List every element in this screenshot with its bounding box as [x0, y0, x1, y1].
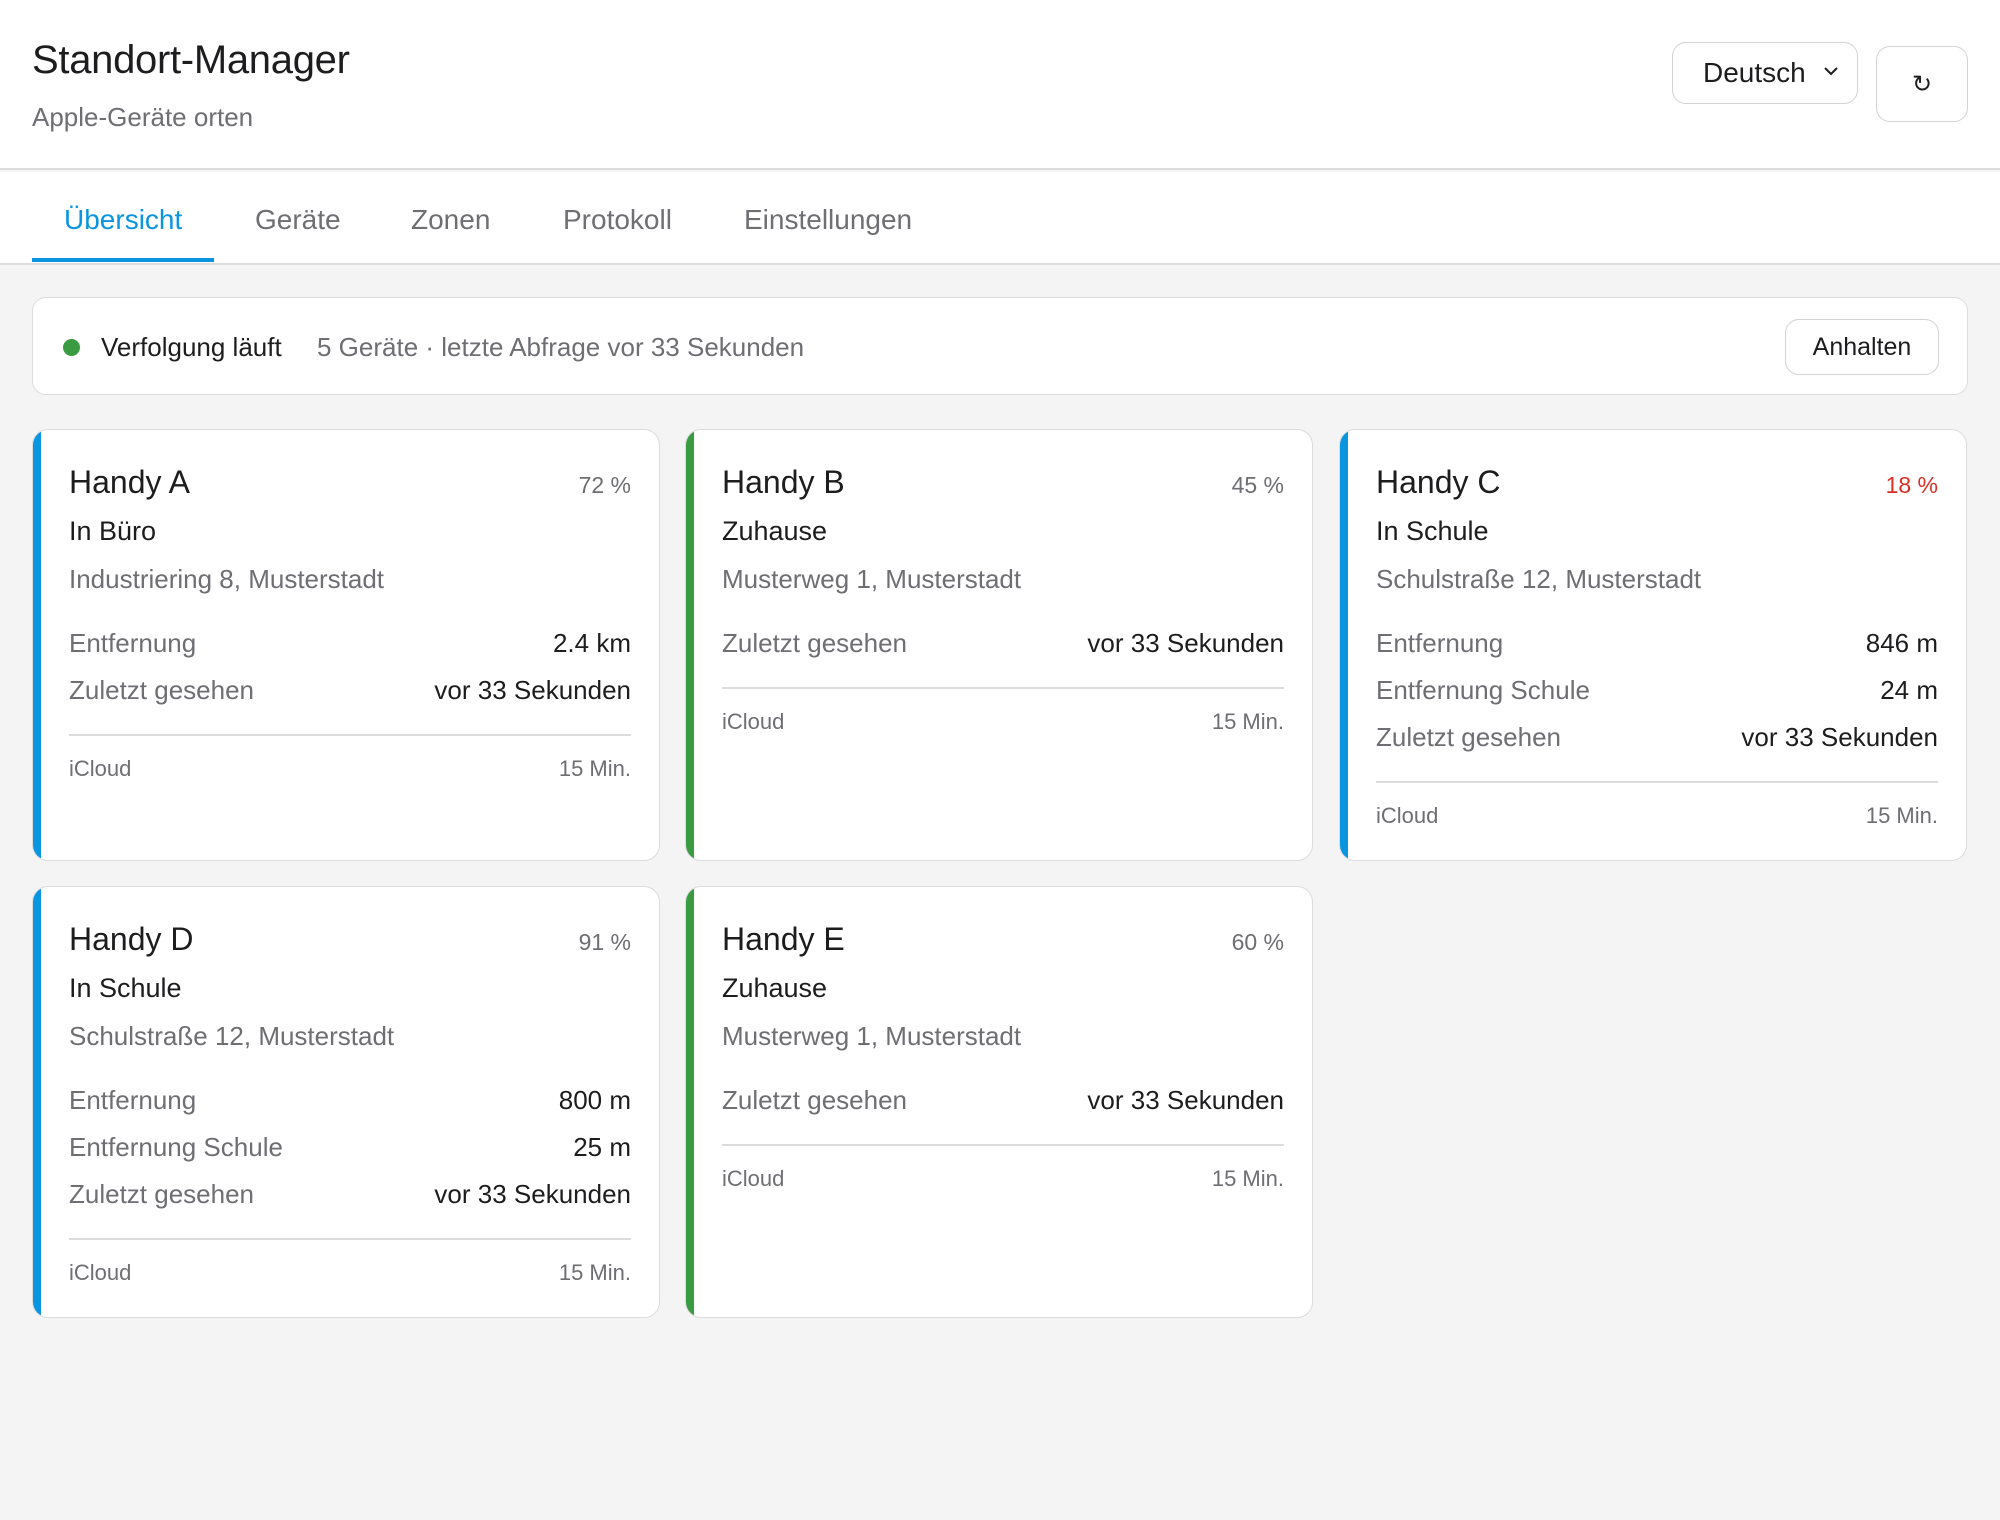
card-divider	[722, 687, 1284, 689]
interval-label: 15 Min.	[1211, 709, 1284, 734]
device-card-handy-b[interactable]: Handy B 45 % Zuhause Musterweg 1, Muster…	[685, 429, 1313, 861]
info-label: Entfernung	[1376, 628, 1504, 658]
tab-uebersicht[interactable]: Übersicht	[64, 204, 182, 236]
device-zone: Zuhause	[722, 973, 828, 1003]
status-indicator-dot	[63, 339, 80, 356]
info-label: Entfernung	[69, 628, 197, 658]
tab-zonen[interactable]: Zonen	[411, 204, 490, 236]
info-label: Entfernung Schule	[69, 1132, 283, 1162]
info-row: Entfernung Schule 24 m	[1376, 675, 1938, 709]
device-zone: In Schule	[69, 973, 182, 1003]
info-value: 24 m	[1880, 675, 1938, 705]
source-label: iCloud	[69, 756, 132, 781]
info-value: vor 33 Sekunden	[1741, 722, 1938, 752]
device-name: Handy D	[69, 921, 194, 957]
tab-bar: Übersicht Geräte Zonen Protokoll Einstel…	[0, 172, 2000, 265]
battery-level: 72 %	[578, 472, 631, 498]
info-label: Entfernung	[69, 1085, 197, 1115]
info-value: vor 33 Sekunden	[1087, 628, 1284, 658]
tracking-status-bar: Verfolgung läuft 5 Geräte · letzte Abfra…	[32, 297, 1968, 395]
info-row: Zuletzt gesehen vor 33 Sekunden	[722, 1085, 1284, 1119]
refresh-button[interactable]: ↻	[1876, 46, 1968, 122]
info-value: vor 33 Sekunden	[1087, 1085, 1284, 1115]
battery-level: 91 %	[578, 929, 631, 955]
info-value: 800 m	[558, 1085, 631, 1115]
status-label: Verfolgung läuft	[101, 332, 282, 362]
device-address: Schulstraße 12, Musterstadt	[1376, 564, 1702, 594]
info-row: Entfernung Schule 25 m	[69, 1132, 631, 1166]
device-name: Handy A	[69, 464, 190, 500]
source-label: iCloud	[1376, 803, 1439, 828]
info-row: Zuletzt gesehen vor 33 Sekunden	[69, 675, 631, 709]
refresh-icon: ↻	[1911, 70, 1933, 98]
info-label: Zuletzt gesehen	[1376, 722, 1562, 752]
info-label: Entfernung Schule	[1376, 675, 1590, 705]
tab-geraete[interactable]: Geräte	[255, 204, 341, 236]
info-label: Zuletzt gesehen	[69, 1179, 255, 1209]
battery-level: 60 %	[1231, 929, 1284, 955]
status-detail: 5 Geräte · letzte Abfrage vor 33 Sekunde…	[317, 332, 805, 362]
active-tab-indicator	[32, 258, 214, 262]
info-label: Zuletzt gesehen	[69, 675, 255, 705]
info-row: Entfernung 2.4 km	[69, 628, 631, 662]
card-divider	[69, 1238, 631, 1240]
info-row: Zuletzt gesehen vor 33 Sekunden	[69, 1179, 631, 1213]
device-name: Handy B	[722, 464, 845, 500]
language-select-value: Deutsch	[1703, 57, 1806, 88]
language-select[interactable]: Deutsch	[1672, 42, 1858, 104]
device-card-handy-e[interactable]: Handy E 60 % Zuhause Musterweg 1, Muster…	[685, 886, 1313, 1318]
info-row: Zuletzt gesehen vor 33 Sekunden	[1376, 722, 1938, 756]
interval-label: 15 Min.	[1211, 1166, 1284, 1191]
device-card-handy-d[interactable]: Handy D 91 % In Schule Schulstraße 12, M…	[32, 886, 660, 1318]
device-name: Handy C	[1376, 464, 1501, 500]
info-value: 25 m	[573, 1132, 631, 1162]
info-value: vor 33 Sekunden	[434, 675, 631, 705]
source-label: iCloud	[722, 709, 785, 734]
zone-accent-bar	[686, 887, 694, 1317]
info-value: vor 33 Sekunden	[434, 1179, 631, 1209]
interval-label: 15 Min.	[1865, 803, 1938, 828]
info-value: 846 m	[1865, 628, 1938, 658]
battery-level: 45 %	[1231, 472, 1284, 498]
zone-accent-bar	[1340, 430, 1348, 860]
device-address: Musterweg 1, Musterstadt	[722, 564, 1022, 594]
zone-accent-bar	[33, 430, 41, 860]
app-subtitle: Apple-Geräte orten	[32, 102, 254, 132]
source-label: iCloud	[722, 1166, 785, 1191]
device-zone: In Büro	[69, 516, 157, 546]
pause-button[interactable]: Anhalten	[1785, 319, 1939, 375]
card-divider	[722, 1144, 1284, 1146]
battery-level: 18 %	[1885, 472, 1938, 498]
info-row: Entfernung 846 m	[1376, 628, 1938, 662]
chevron-down-icon	[1824, 67, 1838, 76]
interval-label: 15 Min.	[558, 756, 631, 781]
device-card-handy-c[interactable]: Handy C 18 % In Schule Schulstraße 12, M…	[1339, 429, 1967, 861]
zone-accent-bar	[33, 887, 41, 1317]
tab-protokoll[interactable]: Protokoll	[563, 204, 672, 236]
info-row: Zuletzt gesehen vor 33 Sekunden	[722, 628, 1284, 662]
info-value: 2.4 km	[552, 628, 631, 658]
device-address: Industriering 8, Musterstadt	[69, 564, 385, 594]
info-row: Entfernung 800 m	[69, 1085, 631, 1119]
app-header: Standort-Manager Apple-Geräte orten Deut…	[0, 0, 2000, 170]
device-address: Schulstraße 12, Musterstadt	[69, 1021, 395, 1051]
device-name: Handy E	[722, 921, 845, 957]
device-zone: Zuhause	[722, 516, 828, 546]
source-label: iCloud	[69, 1260, 132, 1285]
tab-einstellungen[interactable]: Einstellungen	[744, 204, 912, 236]
device-card-handy-a[interactable]: Handy A 72 % In Büro Industriering 8, Mu…	[32, 429, 660, 861]
device-address: Musterweg 1, Musterstadt	[722, 1021, 1022, 1051]
interval-label: 15 Min.	[558, 1260, 631, 1285]
info-label: Zuletzt gesehen	[722, 1085, 908, 1115]
device-zone: In Schule	[1376, 516, 1489, 546]
info-label: Zuletzt gesehen	[722, 628, 908, 658]
card-divider	[1376, 781, 1938, 783]
app-title: Standort-Manager	[32, 38, 350, 82]
zone-accent-bar	[686, 430, 694, 860]
card-divider	[69, 734, 631, 736]
